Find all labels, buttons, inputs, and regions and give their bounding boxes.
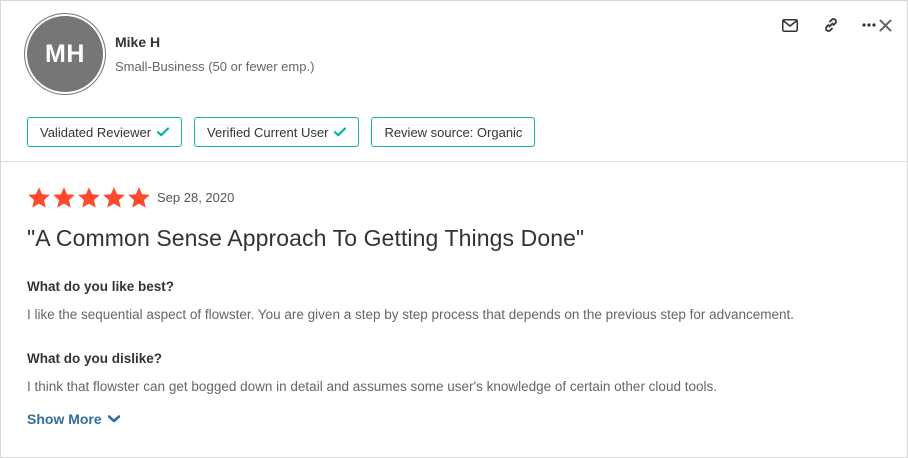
divider: [1, 161, 907, 162]
answer-like-best: I like the sequential aspect of flowster…: [27, 307, 794, 322]
mail-icon[interactable]: [779, 15, 801, 35]
question-dislike: What do you dislike?: [27, 351, 163, 366]
show-more-label: Show More: [27, 411, 102, 427]
badge-label: Review source: Organic: [384, 124, 523, 140]
chevron-down-icon: [107, 415, 120, 423]
star-rating: [27, 186, 152, 210]
star-icon: [78, 187, 100, 208]
reviewer-segment: Small-Business (50 or fewer emp.): [115, 59, 315, 74]
star-icon: [128, 187, 150, 208]
badge-review-source[interactable]: Review source: Organic: [371, 117, 536, 147]
star-icon: [103, 187, 125, 208]
badge-label: Validated Reviewer: [40, 124, 152, 140]
show-more-button[interactable]: Show More: [27, 411, 120, 427]
avatar: MH: [27, 16, 103, 92]
avatar-initials: MH: [45, 39, 85, 68]
checkmark-icon: [334, 127, 347, 137]
star-icon: [28, 187, 50, 208]
review-date: Sep 28, 2020: [157, 190, 235, 205]
review-title: "A Common Sense Approach To Getting Thin…: [27, 225, 585, 251]
close-icon[interactable]: [877, 15, 893, 35]
checkmark-icon: [157, 127, 170, 137]
star-icon: [53, 187, 75, 208]
review-actions: [779, 15, 893, 35]
badge-list: Validated Reviewer Verified Current User…: [27, 117, 547, 147]
review-card: MH Mike H Small-Business (50 or fewer em…: [0, 0, 908, 458]
badge-label: Verified Current User: [207, 124, 329, 140]
answer-dislike: I think that flowster can get bogged dow…: [27, 379, 717, 394]
badge-validated-reviewer[interactable]: Validated Reviewer: [27, 117, 183, 147]
reviewer-name[interactable]: Mike H: [115, 34, 160, 50]
badge-verified-current-user[interactable]: Verified Current User: [194, 117, 360, 147]
more-icon[interactable]: [861, 15, 877, 35]
link-icon[interactable]: [820, 15, 842, 35]
question-like-best: What do you like best?: [27, 279, 175, 294]
